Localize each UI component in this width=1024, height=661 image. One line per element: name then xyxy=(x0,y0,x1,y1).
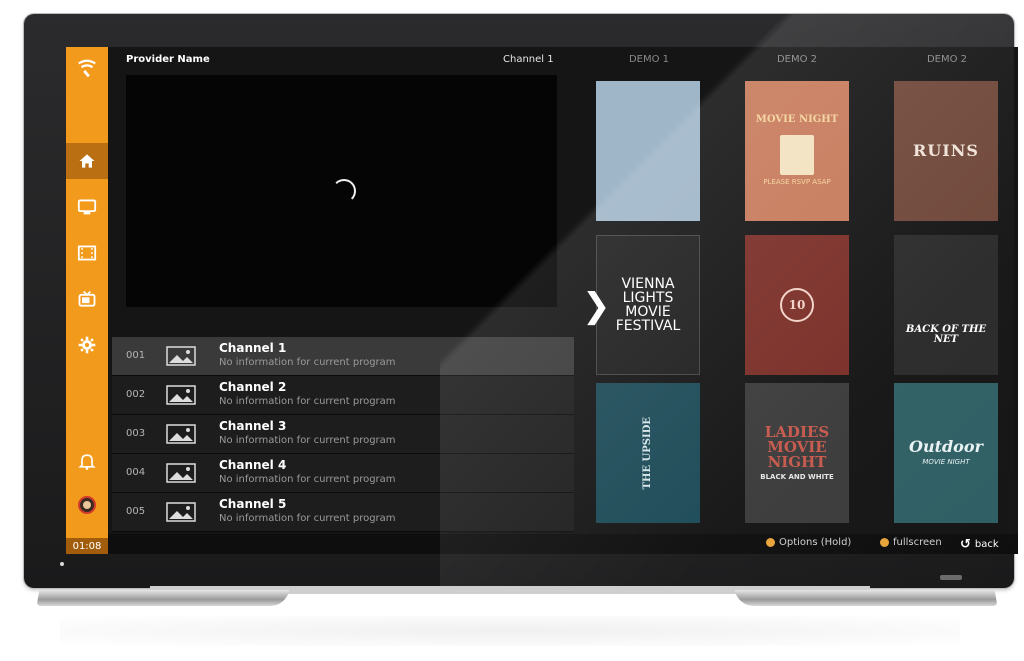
channel-row[interactable]: 001 Channel 1 No information for current… xyxy=(112,337,574,376)
content-grid: DEMO 1 DEMO 2 DEMO 2 MOVIE NIGHT PLEASE … xyxy=(574,47,1018,533)
hint-bar: Options (Hold) fullscreen ↺ back xyxy=(108,534,1018,554)
poster-tile[interactable]: THE UPSIDE xyxy=(596,383,700,523)
image-placeholder-icon xyxy=(166,346,196,366)
channel-number: 005 xyxy=(126,506,146,517)
sidebar-item-live[interactable] xyxy=(66,189,108,225)
channel-row[interactable]: 003 Channel 3 No information for current… xyxy=(112,415,574,454)
channel-name: Channel 2 xyxy=(219,380,287,394)
channel-row[interactable]: 004 Channel 4 No information for current… xyxy=(112,454,574,493)
sidebar-item-settings[interactable] xyxy=(66,327,108,363)
tv-screen: 01:08 Provider Name Channel 1 001 Channe… xyxy=(66,47,1018,554)
poster-tile[interactable]: 10 xyxy=(745,235,849,375)
video-player[interactable] xyxy=(126,75,557,307)
poster-title: RUINS xyxy=(913,141,979,160)
channel-program-info: No information for current program xyxy=(219,474,396,485)
back-hint[interactable]: ↺ back xyxy=(960,537,999,552)
channel-name: Channel 4 xyxy=(219,458,287,472)
chevron-right-icon[interactable]: ❯ xyxy=(582,286,611,326)
tv-icon xyxy=(78,290,96,307)
sidebar: 01:08 xyxy=(66,47,108,554)
channel-program-info: No information for current program xyxy=(219,435,396,446)
fullscreen-hint[interactable]: fullscreen xyxy=(880,537,942,548)
poster-tile[interactable]: Outdoor MOVIE NIGHT xyxy=(894,383,998,523)
poster-title: VIENNA LIGHTS MOVIE FESTIVAL xyxy=(615,276,681,334)
gear-icon xyxy=(78,336,96,354)
film-icon xyxy=(77,245,97,261)
back-arrow-icon: ↺ xyxy=(960,537,971,552)
channel-name: Channel 5 xyxy=(219,497,287,511)
poster-title: Outdoor xyxy=(909,437,983,457)
poster-title: MOVIE NIGHT xyxy=(755,114,839,126)
channel-program-info: No information for current program xyxy=(219,357,396,368)
sidebar-item-movies[interactable] xyxy=(66,235,108,271)
sidebar-item-profile[interactable] xyxy=(66,487,108,523)
current-channel-label: Channel 1 xyxy=(503,54,554,65)
yellow-button-icon xyxy=(880,538,889,547)
poster-title: BACK OF THE NET xyxy=(905,324,987,345)
poster-tile[interactable]: LADIES MOVIE NIGHT BLACK AND WHITE xyxy=(745,383,849,523)
channel-program-info: No information for current program xyxy=(219,396,396,407)
image-placeholder-icon xyxy=(166,502,196,522)
poster-title: THE UPSIDE xyxy=(642,416,653,490)
sidebar-item-home[interactable] xyxy=(66,143,108,179)
poster-title: 10 xyxy=(788,298,806,312)
channel-name: Channel 3 xyxy=(219,419,287,433)
poster-tile[interactable] xyxy=(596,81,700,221)
power-led xyxy=(60,562,64,566)
avatar xyxy=(78,496,96,514)
channel-row[interactable]: 002 Channel 2 No information for current… xyxy=(112,376,574,415)
clock: 01:08 xyxy=(66,538,108,554)
options-hint[interactable]: Options (Hold) xyxy=(766,537,851,548)
channel-number: 001 xyxy=(126,350,146,361)
monitor-icon xyxy=(77,199,97,215)
poster-title: LADIES MOVIE NIGHT xyxy=(764,422,830,471)
tv-logo-bar xyxy=(940,575,962,580)
image-placeholder-icon xyxy=(166,385,196,405)
column-header: DEMO 2 xyxy=(926,54,968,65)
poster-tile[interactable]: RUINS xyxy=(894,81,998,221)
yellow-button-icon xyxy=(766,538,775,547)
poster-subtitle: MOVIE NIGHT xyxy=(922,458,970,467)
loading-spinner-icon xyxy=(332,179,356,203)
poster-subtitle: PLEASE RSVP ASAP xyxy=(763,178,831,187)
floor-reflection xyxy=(60,616,960,646)
tv-stand-right-foot xyxy=(734,590,998,606)
image-placeholder-icon xyxy=(166,424,196,444)
tv-frame: 01:08 Provider Name Channel 1 001 Channe… xyxy=(24,14,1018,588)
app-logo xyxy=(66,49,108,89)
poster-tile[interactable]: VIENNA LIGHTS MOVIE FESTIVAL xyxy=(596,235,700,375)
sidebar-item-series[interactable] xyxy=(66,281,108,317)
fullscreen-label: fullscreen xyxy=(893,537,942,548)
channel-number: 004 xyxy=(126,467,146,478)
options-label: Options (Hold) xyxy=(779,537,852,548)
channel-name: Channel 1 xyxy=(219,341,287,355)
tv-stand-left-foot xyxy=(36,590,290,606)
poster-tile[interactable]: BACK OF THE NET xyxy=(894,235,998,375)
channel-program-info: No information for current program xyxy=(219,513,396,524)
provider-name: Provider Name xyxy=(126,54,210,65)
channel-list: 001 Channel 1 No information for current… xyxy=(112,337,574,532)
bell-icon xyxy=(78,454,96,470)
sidebar-item-notifications[interactable] xyxy=(66,443,108,479)
poster-tile[interactable]: MOVIE NIGHT PLEASE RSVP ASAP xyxy=(745,81,849,221)
column-header: DEMO 1 xyxy=(628,54,670,65)
image-placeholder-icon xyxy=(166,463,196,483)
popcorn-icon xyxy=(780,135,814,176)
app-logo-icon xyxy=(78,59,96,78)
poster-subtitle: BLACK AND WHITE xyxy=(760,472,834,481)
column-header: DEMO 2 xyxy=(776,54,818,65)
channel-row[interactable]: 005 Channel 5 No information for current… xyxy=(112,493,574,532)
back-label: back xyxy=(974,539,999,550)
channel-number: 003 xyxy=(126,428,146,439)
channel-number: 002 xyxy=(126,389,146,400)
poster-badge: 10 xyxy=(780,288,814,322)
home-icon xyxy=(79,154,95,168)
